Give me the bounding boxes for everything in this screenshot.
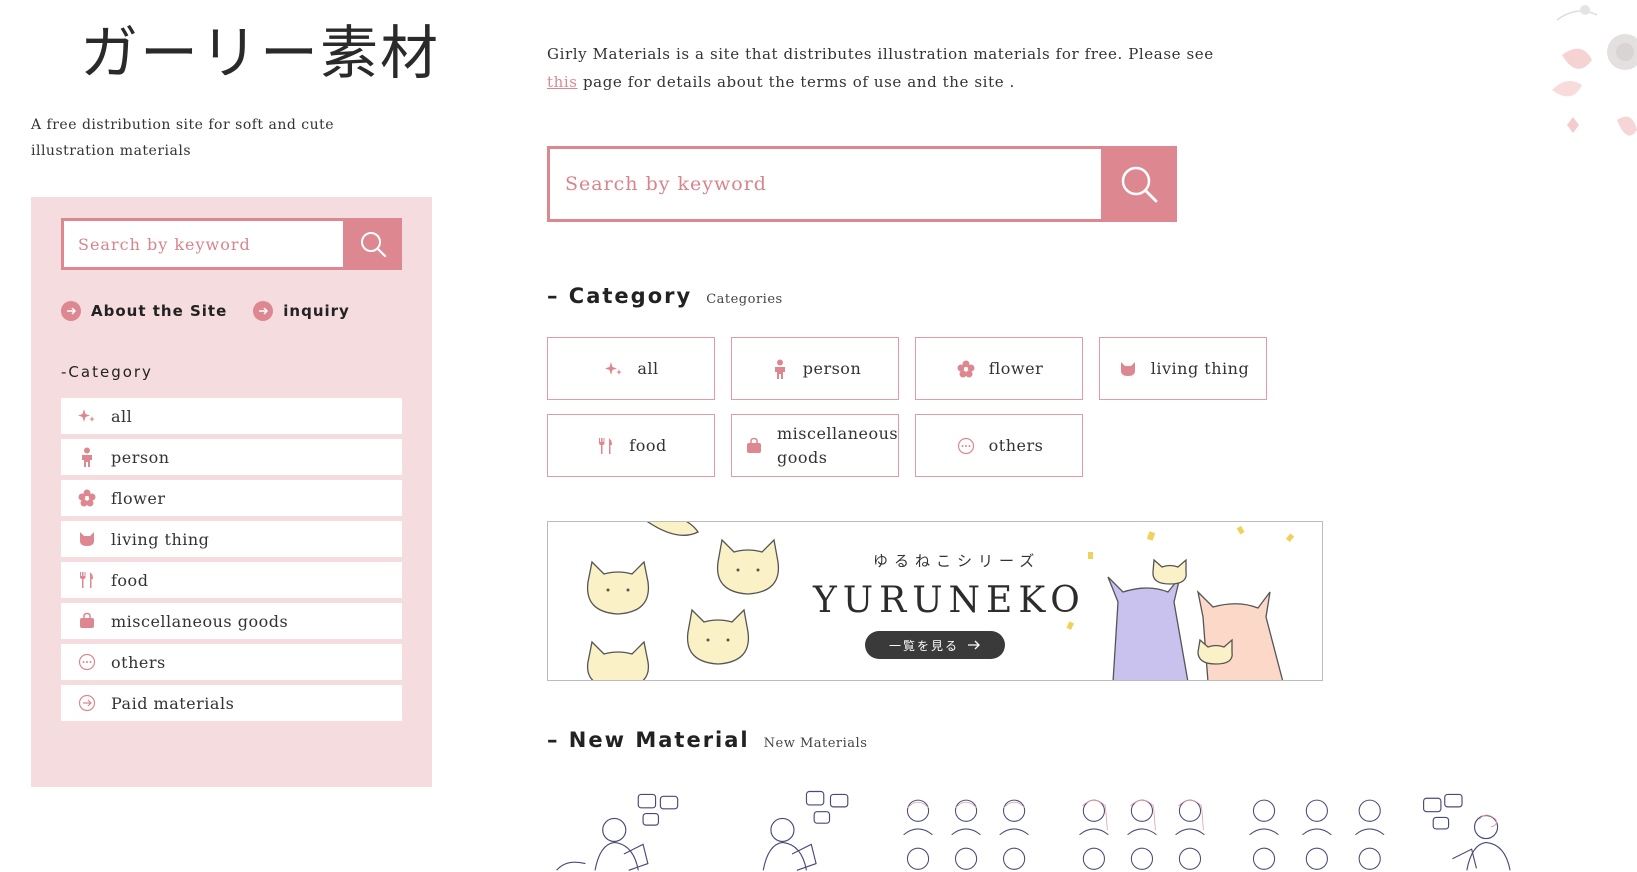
sidebar-item-label: others bbox=[111, 652, 166, 672]
sidebar-item-miscellaneous-goods[interactable]: miscellaneous goods bbox=[61, 603, 402, 639]
sparkle-icon bbox=[77, 406, 97, 426]
category-food[interactable]: food bbox=[547, 414, 715, 477]
arrow-right-icon bbox=[968, 640, 980, 650]
about-site-link[interactable]: About the Site bbox=[61, 301, 227, 321]
site-tagline: A free distribution site for soft and cu… bbox=[31, 117, 335, 159]
material-thumbnail[interactable] bbox=[894, 785, 1057, 872]
category-others[interactable]: others bbox=[915, 414, 1083, 477]
person-icon bbox=[77, 447, 97, 467]
material-thumbnail[interactable] bbox=[1240, 785, 1403, 872]
category-label: miscellaneous goods bbox=[777, 423, 899, 467]
sidebar-item-label: food bbox=[111, 570, 149, 590]
new-material-heading: – New Material bbox=[547, 728, 750, 752]
sidebar-item-living-thing[interactable]: living thing bbox=[61, 521, 402, 557]
category-miscellaneous-goods[interactable]: miscellaneous goods bbox=[731, 414, 899, 477]
new-material-subheading: New Materials bbox=[763, 736, 868, 751]
bag-icon bbox=[743, 435, 765, 457]
person-icon bbox=[769, 358, 791, 380]
cat-icon bbox=[1117, 358, 1139, 380]
material-thumbnail[interactable] bbox=[547, 785, 710, 872]
banner-view-list-button[interactable]: 一覧を見る bbox=[865, 631, 1005, 659]
yuruneko-banner[interactable]: ゆるねこシリーズ YURUNEKO 一覧を見る bbox=[547, 521, 1323, 681]
sparkle-icon bbox=[603, 358, 625, 380]
sidebar-search-button[interactable] bbox=[343, 218, 402, 270]
material-thumbnail[interactable] bbox=[1067, 785, 1230, 872]
sidebar-item-person[interactable]: person bbox=[61, 439, 402, 475]
new-material-section-heading: – New Material New Materials bbox=[547, 728, 867, 752]
search-icon bbox=[360, 232, 386, 258]
search-icon bbox=[1121, 166, 1158, 203]
category-living-thing[interactable]: living thing bbox=[1099, 337, 1267, 400]
arrow-right-icon bbox=[61, 301, 81, 321]
category-person[interactable]: person bbox=[731, 337, 899, 400]
intro-text: Girly Materials is a site that distribut… bbox=[547, 45, 1214, 63]
sidebar-panel: About the Site inquiry -Category all per… bbox=[31, 197, 432, 787]
category-all[interactable]: all bbox=[547, 337, 715, 400]
category-flower[interactable]: flower bbox=[915, 337, 1083, 400]
main-search-input[interactable] bbox=[547, 146, 1101, 222]
about-site-label: About the Site bbox=[91, 302, 228, 320]
category-grid: all person flower living thing food misc… bbox=[547, 337, 1287, 477]
inquiry-link[interactable]: inquiry bbox=[253, 301, 350, 321]
sidebar-item-all[interactable]: all bbox=[61, 398, 402, 434]
main-search-button[interactable] bbox=[1101, 146, 1177, 222]
arrow-right-icon bbox=[253, 301, 274, 321]
sidebar-item-label: miscellaneous goods bbox=[111, 611, 289, 631]
site-intro: Girly Materials is a site that distribut… bbox=[547, 40, 1227, 96]
material-thumbnail[interactable] bbox=[720, 785, 883, 872]
site-logo[interactable]: ガーリー素材 bbox=[80, 24, 440, 82]
cutlery-icon bbox=[77, 570, 97, 590]
new-material-list bbox=[547, 785, 1577, 872]
category-subheading: Categories bbox=[706, 292, 783, 307]
inquiry-label: inquiry bbox=[283, 302, 350, 320]
sidebar-item-label: flower bbox=[111, 488, 166, 508]
sidebar-search-form bbox=[61, 218, 402, 270]
bag-icon bbox=[77, 611, 97, 631]
sidebar-item-label: person bbox=[111, 447, 170, 467]
dots-icon bbox=[955, 435, 977, 457]
category-label: flower bbox=[988, 358, 1044, 378]
flower-icon bbox=[77, 488, 97, 508]
sidebar-item-others[interactable]: others bbox=[61, 644, 402, 680]
terms-link[interactable]: this bbox=[547, 73, 578, 91]
cat-icon bbox=[77, 529, 97, 549]
category-label: living thing bbox=[1150, 358, 1250, 378]
flower-icon bbox=[955, 358, 977, 380]
sidebar-item-paid-materials[interactable]: Paid materials bbox=[61, 685, 402, 721]
material-thumbnail[interactable] bbox=[1414, 785, 1577, 872]
sidebar-item-food[interactable]: food bbox=[61, 562, 402, 598]
main-search-form bbox=[547, 146, 1177, 222]
category-section-heading: – Category Categories bbox=[547, 284, 783, 308]
arrow-circle-icon bbox=[77, 693, 97, 713]
category-heading: – Category bbox=[547, 284, 693, 308]
dots-icon bbox=[77, 652, 97, 672]
intro-text-after: page for details about the terms of use … bbox=[577, 73, 1015, 91]
sidebar-item-flower[interactable]: flower bbox=[61, 480, 402, 516]
category-label: person bbox=[802, 358, 862, 378]
sidebar-search-input[interactable] bbox=[61, 218, 343, 270]
sidebar-item-label: Paid materials bbox=[111, 693, 235, 713]
category-label: food bbox=[629, 435, 667, 455]
banner-button-label: 一覧を見る bbox=[888, 638, 959, 653]
sidebar-item-label: living thing bbox=[111, 529, 210, 549]
cutlery-icon bbox=[595, 435, 617, 457]
banner-subtitle: ゆるねこシリーズ bbox=[873, 552, 1041, 570]
sidebar-item-label: all bbox=[111, 406, 133, 426]
banner-title: YURUNEKO bbox=[813, 580, 1086, 621]
sidebar-category-heading: -Category bbox=[61, 363, 153, 381]
category-label: all bbox=[637, 358, 659, 378]
floral-decoration bbox=[1552, 5, 1637, 136]
sidebar-category-list: all person flower living thing food misc… bbox=[61, 398, 402, 726]
sidebar-links: About the Site inquiry bbox=[61, 301, 350, 321]
category-label: others bbox=[988, 435, 1044, 455]
